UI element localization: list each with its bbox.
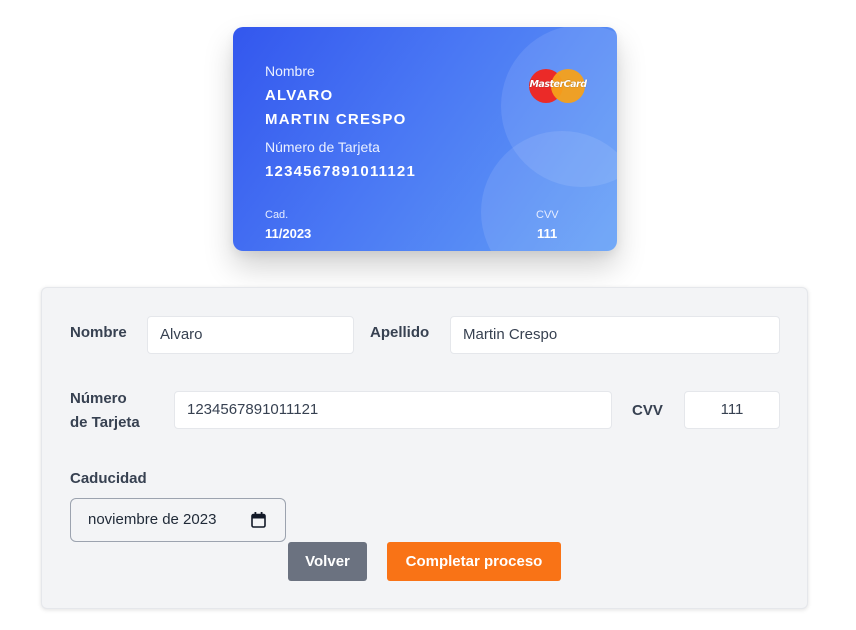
name-field-label: Nombre — [70, 324, 127, 341]
card-cvv: 111 — [537, 226, 558, 241]
credit-card-preview: Nombre ALVARO MARTIN CRESPO Número de Ta… — [233, 27, 617, 251]
surname-input[interactable]: Martin Crespo — [450, 316, 780, 354]
expiry-field-label: Caducidad — [70, 470, 147, 487]
card-first-name: ALVARO — [265, 87, 334, 104]
card-last-name: MARTIN CRESPO — [265, 111, 407, 128]
name-input[interactable]: Alvaro — [147, 316, 354, 354]
mastercard-logo-text: MasterCard — [529, 79, 587, 90]
payment-form-panel: Nombre Alvaro Apellido Martin Crespo Núm… — [41, 287, 808, 609]
complete-process-button[interactable]: Completar proceso — [387, 542, 561, 581]
card-cvv-label: CVV — [536, 209, 559, 221]
expiry-date-input[interactable]: noviembre de 2023 — [70, 498, 286, 542]
card-expiry-label: Cad. — [265, 209, 289, 221]
card-number-input[interactable]: 1234567891011121 — [174, 391, 612, 429]
card-number-field-label-line2: de Tarjeta — [70, 414, 140, 431]
card-number: 1234567891011121 — [265, 163, 417, 180]
card-number-field-label-line1: Número — [70, 390, 127, 407]
expiry-date-value: noviembre de 2023 — [88, 511, 217, 528]
cvv-field-label: CVV — [632, 402, 663, 419]
mastercard-logo-icon: MasterCard — [529, 68, 587, 104]
cvv-input[interactable]: 111 — [684, 391, 780, 429]
calendar-icon[interactable] — [251, 512, 266, 528]
card-number-label: Número de Tarjeta — [265, 139, 380, 155]
surname-field-label: Apellido — [370, 324, 430, 341]
card-expiry: 11/2023 — [265, 226, 312, 241]
card-name-label: Nombre — [265, 63, 315, 79]
back-button[interactable]: Volver — [288, 542, 367, 581]
